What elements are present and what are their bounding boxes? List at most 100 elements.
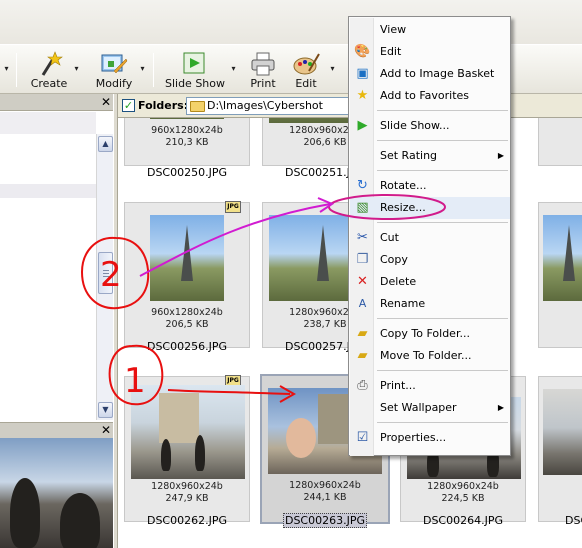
tree-item[interactable] xyxy=(0,112,96,134)
print-button[interactable]: Print xyxy=(245,47,281,93)
copy-icon: ❐ xyxy=(356,252,369,267)
folders-checkbox[interactable]: ✓ xyxy=(122,99,135,112)
tree-vertical-scrollbar[interactable]: ▲ ▼ xyxy=(96,134,113,420)
menu-item-label: Rename xyxy=(380,297,426,310)
menu-item-copy[interactable]: ❐ Copy xyxy=(350,249,510,271)
preview-image xyxy=(0,438,116,548)
submenu-arrow-icon: ▶ xyxy=(497,151,504,160)
thumbnail[interactable] xyxy=(538,376,582,522)
preview-close-icon[interactable]: ✕ xyxy=(100,424,112,436)
edit-dropdown-arrow[interactable]: ▾ xyxy=(328,64,337,74)
image-dimensions: 1280x960x24b xyxy=(289,480,361,491)
rename-icon: A xyxy=(358,297,367,310)
menu-item-edit[interactable]: 🎨 Edit xyxy=(350,41,510,63)
create-button[interactable]: Create xyxy=(28,47,70,93)
view-icon xyxy=(354,22,371,38)
file-name[interactable]: DSC00262.JPG xyxy=(123,514,251,527)
menu-item-rename[interactable]: A Rename xyxy=(350,293,510,315)
menu-item-print[interactable]: ⎙ Print... xyxy=(350,375,510,397)
file-name-selected[interactable]: DSC00263.JPG xyxy=(261,513,389,528)
eiffel-tower xyxy=(181,225,193,281)
image-dimensions: 960x1280x24b xyxy=(151,125,223,136)
edit-label: Edit xyxy=(295,77,317,90)
star-icon: ★ xyxy=(356,88,369,103)
image-face xyxy=(286,418,316,458)
preview-figure xyxy=(60,493,100,548)
folder-tree-close-icon[interactable]: ✕ xyxy=(100,96,112,108)
scroll-down-button[interactable]: ▼ xyxy=(98,402,113,418)
thumbnail[interactable]: JPG 960x1280x24b 206,5 KB xyxy=(124,201,250,348)
menu-item-add-to-image-basket[interactable]: ▣ Add to Image Basket xyxy=(350,63,510,85)
thumbnail[interactable]: JPG 1280x960x24b 247,9 KB xyxy=(124,375,250,522)
slide-show-dropdown-arrow[interactable]: ▾ xyxy=(229,64,238,74)
scroll-grip xyxy=(103,270,109,271)
print-label: Print xyxy=(250,77,276,90)
create-dropdown-arrow[interactable]: ▾ xyxy=(72,64,81,74)
menu-item-rotate[interactable]: ↻ Rotate... xyxy=(350,175,510,197)
menu-item-label: Properties... xyxy=(380,431,447,444)
toolbar-separator xyxy=(16,53,17,87)
menu-item-cut[interactable]: ✂ Cut xyxy=(350,227,510,249)
jpg-badge-icon: JPG xyxy=(225,201,241,213)
menu-item-delete[interactable]: ✕ Delete xyxy=(350,271,510,293)
folder-path-field[interactable]: D:\Images\Cybershot xyxy=(186,97,361,115)
arc-de-triomphe xyxy=(159,393,199,443)
toolbar-left-chevron-icon[interactable]: ▾ xyxy=(2,64,11,74)
submenu-arrow-icon: ▶ xyxy=(497,403,504,412)
menu-item-set-rating[interactable]: Set Rating ▶ xyxy=(350,145,510,167)
image-size: 247,9 KB xyxy=(165,493,209,504)
modify-button[interactable]: Modify xyxy=(92,47,136,93)
folders-label: Folders: xyxy=(138,99,189,112)
menu-item-label: Copy To Folder... xyxy=(380,327,470,340)
file-name-text: DSC00263.JPG xyxy=(282,513,368,528)
edit-button[interactable]: Edit xyxy=(288,47,324,93)
file-name[interactable]: DSC0 xyxy=(537,514,582,527)
thumbnail[interactable] xyxy=(538,202,582,348)
menu-item-label: Slide Show... xyxy=(380,119,450,132)
menu-item-label: Resize... xyxy=(380,201,426,214)
thumbnail[interactable] xyxy=(538,118,582,166)
image-dimensions: 1280x960x24b xyxy=(427,481,499,492)
palette-icon xyxy=(293,53,320,75)
menu-item-label: View xyxy=(380,23,407,36)
file-name[interactable]: DSC00256.JPG xyxy=(123,340,251,353)
menu-item-label: Add to Image Basket xyxy=(380,67,495,80)
tree-item[interactable] xyxy=(0,184,96,198)
file-name[interactable]: DSC00264.JPG xyxy=(399,514,527,527)
scissors-icon: ✂ xyxy=(357,230,368,245)
file-name[interactable]: DSC00250.JPG xyxy=(123,166,251,179)
thumbnail-image xyxy=(150,118,224,119)
thumbnail-image xyxy=(131,385,245,479)
scroll-up-button[interactable]: ▲ xyxy=(98,136,113,152)
eiffel-tower xyxy=(563,225,575,281)
thumbnail[interactable]: 960x1280x24b 210,3 KB xyxy=(124,118,250,166)
image-size: 224,5 KB xyxy=(441,493,485,504)
image-size: 210,3 KB xyxy=(165,137,209,148)
menu-item-label: Edit xyxy=(380,45,402,58)
slide-show-button[interactable]: Slide Show xyxy=(164,47,226,93)
preview-pane-header xyxy=(0,422,116,438)
properties-icon: ☑ xyxy=(356,430,369,445)
menu-item-slide-show[interactable]: ▶ Slide Show... xyxy=(350,115,510,137)
menu-item-copy-to-folder[interactable]: ▰ Copy To Folder... xyxy=(350,323,510,345)
menu-item-set-wallpaper[interactable]: Set Wallpaper ▶ xyxy=(350,397,510,419)
image-figure xyxy=(161,439,171,471)
scroll-grip xyxy=(103,276,109,277)
copy-to-folder-icon: ▰ xyxy=(357,326,368,341)
resize-icon: ▧ xyxy=(356,200,369,215)
menu-item-label: Print... xyxy=(380,379,416,392)
thumbnail-image xyxy=(150,215,224,301)
scroll-thumb[interactable] xyxy=(98,252,113,294)
menu-item-label: Copy xyxy=(380,253,408,266)
menu-item-properties[interactable]: ☑ Properties... xyxy=(350,427,510,449)
printer-icon: ⎙ xyxy=(357,378,368,393)
menu-separator xyxy=(377,170,508,171)
menu-item-add-to-favorites[interactable]: ★ Add to Favorites xyxy=(350,85,510,107)
thumbnail-image xyxy=(543,389,582,475)
menu-item-resize[interactable]: ▧ Resize... xyxy=(350,197,510,219)
modify-dropdown-arrow[interactable]: ▾ xyxy=(138,64,147,74)
basket-icon: ▣ xyxy=(356,66,369,81)
folder-tree-header xyxy=(0,94,116,111)
menu-item-move-to-folder[interactable]: ▰ Move To Folder... xyxy=(350,345,510,367)
menu-item-view[interactable]: View xyxy=(350,19,510,41)
